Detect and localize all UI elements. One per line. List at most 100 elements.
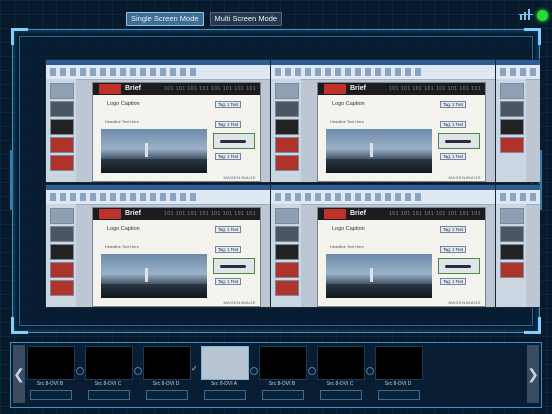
slide-footer: MAGENIMAGE: [448, 175, 481, 180]
logo-caption: Logo Caption: [332, 226, 365, 232]
thumbnail: [275, 244, 299, 260]
source-item[interactable]: Src 8-DVI B: [250, 346, 307, 404]
brand-logo: [99, 209, 121, 219]
thumbnail: [275, 101, 299, 117]
slide-header: Brief 101 101 101 101 101 101 101 101: [318, 208, 485, 220]
radio-ring-icon[interactable]: [134, 367, 142, 375]
source-name: Src 8-DVI A: [210, 381, 238, 387]
multi-screen-mode-button[interactable]: Multi Screen Mode: [209, 12, 283, 26]
sub-caption: Headline Text Here: [330, 119, 364, 124]
source-item[interactable]: Src 8-DVI D: [366, 346, 423, 404]
sub-caption: Headline Text Here: [105, 244, 139, 249]
source-slot[interactable]: [378, 390, 420, 400]
tag-label: Tag: 1 Text: [440, 226, 467, 233]
header-url: 101 101 101 101 101 101 101 101: [164, 86, 256, 92]
photo-rocks: [101, 284, 207, 298]
slide-footer: MAGENIMAGE: [448, 300, 481, 305]
single-screen-mode-button[interactable]: Single Screen Mode: [126, 12, 204, 26]
source-name: Src 8-DVI B: [36, 381, 64, 387]
lighthouse-photo: [101, 254, 207, 298]
lighthouse-photo: [326, 254, 432, 298]
checkmark-icon[interactable]: ✓: [191, 364, 198, 373]
thumbnail: [50, 262, 74, 278]
photo-rocks: [326, 159, 432, 173]
source-thumbnail[interactable]: [85, 346, 133, 380]
slide-canvas: Brief 101 101 101 101 101 101 101 101 Lo…: [92, 207, 261, 307]
source-thumbnail[interactable]: [375, 346, 423, 380]
thumbnail: [50, 119, 74, 135]
scroll-left-arrow-icon[interactable]: ❮: [13, 345, 25, 403]
radio-ring-icon[interactable]: [250, 367, 258, 375]
sub-caption: Headline Text Here: [105, 119, 139, 124]
thumbnail: [50, 208, 74, 224]
source-item[interactable]: Src 8-DVI D: [134, 346, 191, 404]
source-item[interactable]: Src 8-DVI B: [27, 346, 75, 404]
slide-footer: MAGENIMAGE: [223, 175, 256, 180]
source-thumbnail[interactable]: [201, 346, 249, 380]
source-thumbnail[interactable]: [143, 346, 191, 380]
radio-ring-icon[interactable]: [76, 367, 84, 375]
scroll-right-arrow-icon[interactable]: ❯: [527, 345, 539, 403]
mini-image: [213, 133, 255, 149]
radio-ring-icon[interactable]: [308, 367, 316, 375]
slide-canvas: Brief 101 101 101 101 101 101 101 101 Lo…: [92, 82, 261, 182]
header-url: 101 101 101 101 101 101 101 101: [389, 211, 481, 217]
screen-tile-partial[interactable]: [495, 59, 540, 183]
thumbnail: [500, 83, 524, 99]
top-icons: [519, 9, 548, 21]
mini-image: [438, 258, 480, 274]
thumbnail: [275, 137, 299, 153]
source-thumbnail[interactable]: [259, 346, 307, 380]
source-name: Src 8-DVI C: [326, 381, 354, 387]
source-slot[interactable]: [30, 390, 72, 400]
source-name: Src 8-DVI B: [268, 381, 296, 387]
source-item[interactable]: Src 8-DVI C: [76, 346, 133, 404]
source-strip: ❮ Src 8-DVI B Src 8-DVI C Src 8-DVI D ✓ …: [10, 342, 542, 408]
source-slot[interactable]: [146, 390, 188, 400]
slide-header: Brief 101 101 101 101 101 101 101 101: [93, 83, 260, 95]
tag-label: Tag: 1 Text: [440, 153, 467, 160]
slide-thumbnails: [271, 79, 301, 182]
source-item[interactable]: Src 8-DVI C: [308, 346, 365, 404]
screen-tile-partial[interactable]: [495, 184, 540, 308]
logo-caption: Logo Caption: [107, 101, 140, 107]
screen-tile[interactable]: Brief 101 101 101 101 101 101 101 101 Lo…: [270, 59, 497, 183]
radio-ring-icon[interactable]: [366, 367, 374, 375]
slide-thumbnails: [271, 204, 301, 307]
slide-footer: MAGENIMAGE: [223, 300, 256, 305]
thumbnail: [500, 208, 524, 224]
mode-switcher: Single Screen Mode Multi Screen Mode: [126, 12, 283, 26]
ribbon-toolbar: [496, 190, 540, 205]
frame-corner: [11, 317, 28, 334]
source-slot[interactable]: [88, 390, 130, 400]
source-name: Src 8-DVI C: [94, 381, 122, 387]
mini-image: [213, 258, 255, 274]
source-name: Src 8-DVI D: [152, 381, 180, 387]
tag-label: Tag: 1 Text: [440, 101, 467, 108]
thumbnail: [50, 226, 74, 242]
thumbnail: [50, 101, 74, 117]
thumbnail: [275, 119, 299, 135]
signal-bars-icon[interactable]: [519, 9, 533, 21]
screen-grid[interactable]: Brief 101 101 101 101 101 101 101 101 Lo…: [45, 59, 540, 309]
brand-text: Brief: [350, 85, 366, 92]
screen-tile[interactable]: Brief 101 101 101 101 101 101 101 101 Lo…: [45, 59, 272, 183]
sub-caption: Headline Text Here: [330, 244, 364, 249]
source-thumbnail[interactable]: [27, 346, 75, 380]
source-slot[interactable]: [320, 390, 362, 400]
ribbon-toolbar: [46, 65, 271, 80]
screen-tile[interactable]: Brief 101 101 101 101 101 101 101 101 Lo…: [45, 184, 272, 308]
thumbnail: [275, 83, 299, 99]
source-thumbnail[interactable]: [317, 346, 365, 380]
tag-label: Tag: 1 Text: [215, 226, 242, 233]
ribbon-toolbar: [271, 190, 496, 205]
source-slot[interactable]: [262, 390, 304, 400]
thumbnail: [500, 119, 524, 135]
source-slot[interactable]: [204, 390, 246, 400]
screen-tile[interactable]: Brief 101 101 101 101 101 101 101 101 Lo…: [270, 184, 497, 308]
source-item-active[interactable]: ✓ Src 8-DVI A: [191, 346, 249, 404]
tag-label: Tag: 1 Text: [215, 121, 242, 128]
connection-status-indicator: [537, 9, 548, 21]
brand-logo: [324, 84, 346, 94]
brand-text: Brief: [350, 210, 366, 217]
